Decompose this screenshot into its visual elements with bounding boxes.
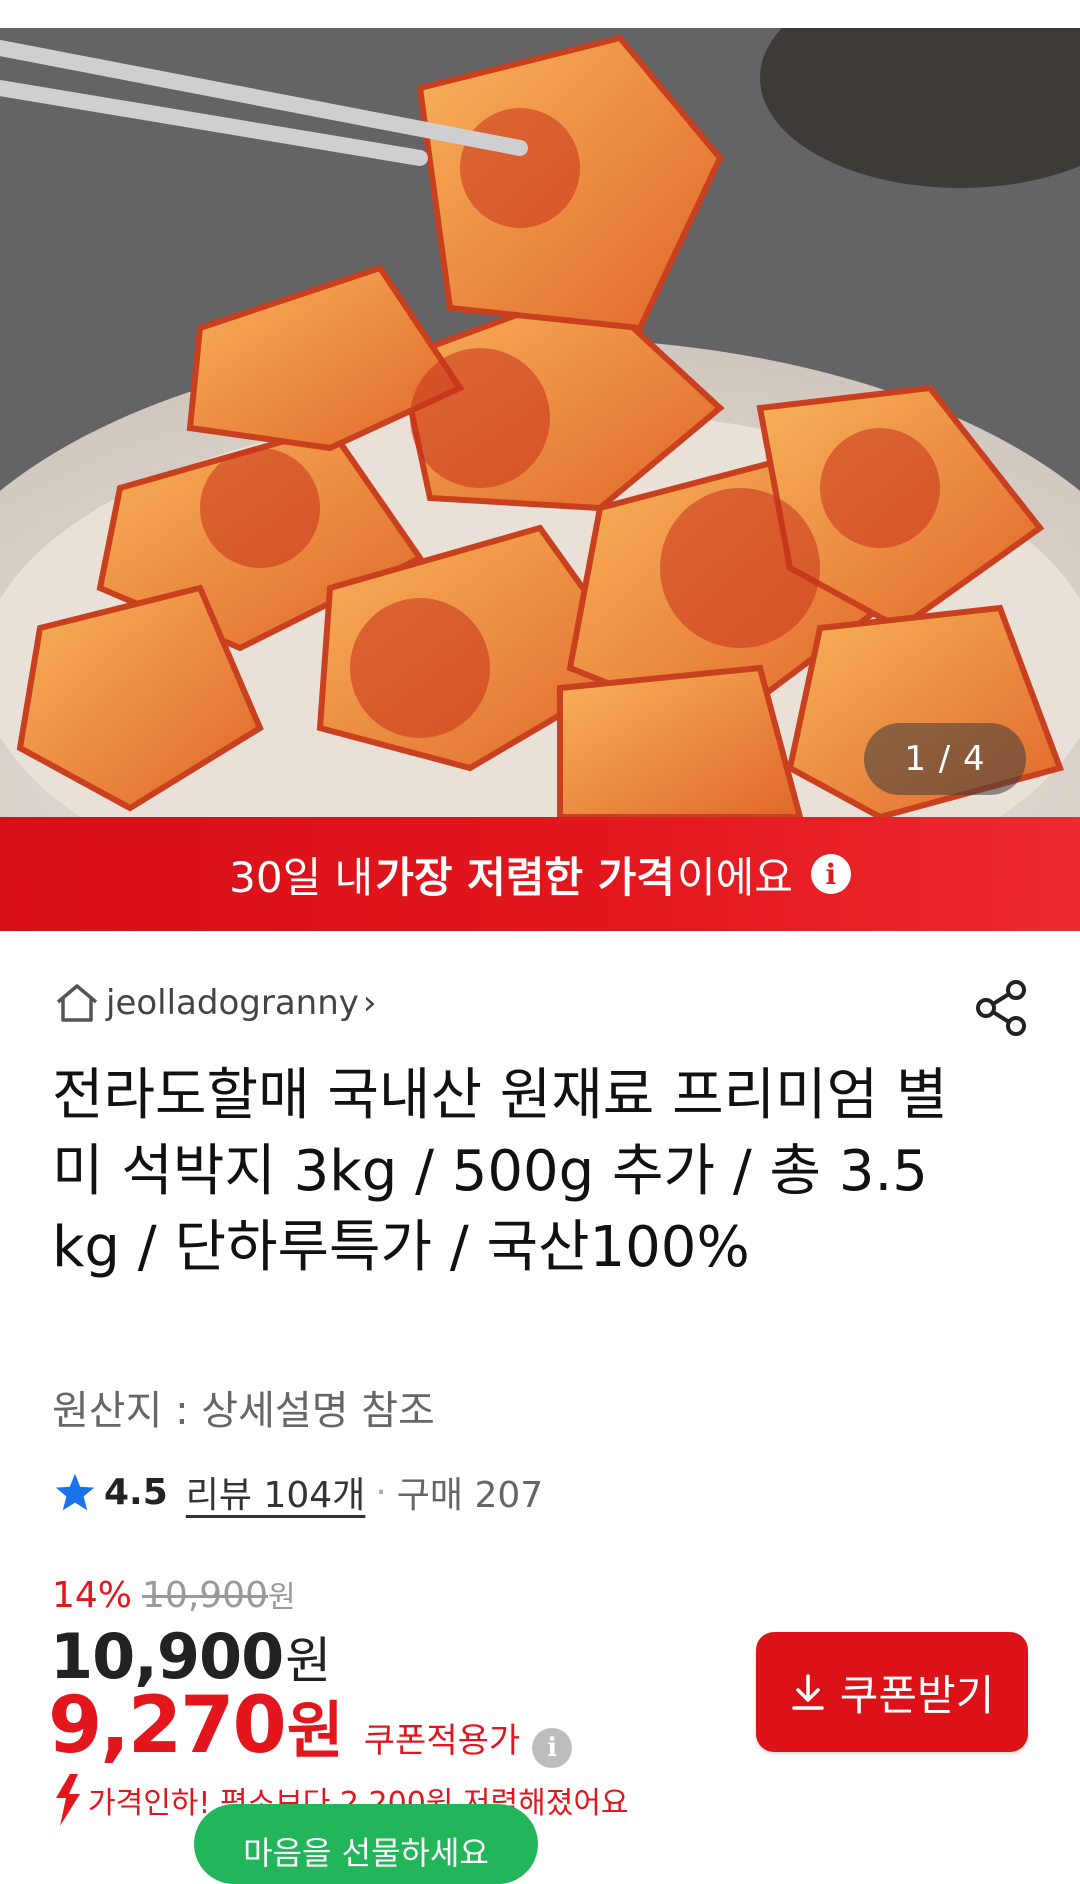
share-button[interactable]: [972, 978, 1032, 1038]
coupon-price: 9,270 원 쿠폰적용가 i: [48, 1680, 573, 1771]
original-price-unit: 원: [267, 1580, 296, 1615]
coupon-price-label: 쿠폰적용가: [363, 1721, 521, 1761]
info-icon[interactable]: i: [532, 1728, 573, 1768]
chevron-right-icon: ›: [362, 983, 377, 1023]
star-icon: [55, 1473, 95, 1511]
origin-info: 원산지 : 상세설명 참조: [52, 1388, 435, 1434]
banner-highlight: 가장 저렴한 가격: [375, 852, 675, 902]
gift-button[interactable]: 마음을 선물하세요: [194, 1804, 538, 1884]
reviews-link[interactable]: 리뷰 104개: [186, 1466, 366, 1518]
banner-prefix: 30일 내: [229, 852, 374, 902]
banner-suffix: 이에요: [676, 852, 793, 902]
share-icon: [976, 980, 1026, 1036]
purchase-count: 구매 207: [396, 1475, 544, 1516]
coupon-price-value: 9,270: [48, 1681, 287, 1771]
gift-label: 마음을 선물하세요: [243, 1834, 489, 1872]
image-counter: 1 / 4: [864, 723, 1026, 795]
store-link[interactable]: jeolladogranny ›: [54, 978, 377, 1028]
home-icon: [56, 984, 98, 1022]
rating-row: 4.5 리뷰 104개 · 구매 207: [54, 1466, 543, 1518]
download-icon: [791, 1674, 824, 1710]
lightning-arrow-icon: [56, 1774, 80, 1826]
status-strip: [0, 0, 1080, 28]
discount-percent: 14%: [52, 1575, 133, 1616]
coupon-price-unit: 원: [286, 1694, 344, 1767]
info-icon[interactable]: i: [810, 854, 851, 894]
rating-score: 4.5: [104, 1471, 168, 1513]
discount-row: 14% 10,900 원: [52, 1572, 296, 1616]
separator-dot: ·: [375, 1471, 387, 1513]
product-image-carousel[interactable]: 1 / 4: [0, 28, 1080, 817]
kimchi-photo: [0, 28, 1080, 817]
product-title: 전라도할매 국내산 원재료 프리미엄 별미 석박지 3kg / 500g 추가 …: [52, 1063, 948, 1280]
original-price: 10,900: [142, 1575, 268, 1616]
get-coupon-label: 쿠폰받기: [839, 1670, 995, 1720]
lowest-price-banner: 30일 내 가장 저렴한 가격 이에요 i: [0, 817, 1080, 931]
get-coupon-button[interactable]: 쿠폰받기: [756, 1632, 1028, 1752]
store-name: jeolladogranny: [106, 983, 359, 1023]
